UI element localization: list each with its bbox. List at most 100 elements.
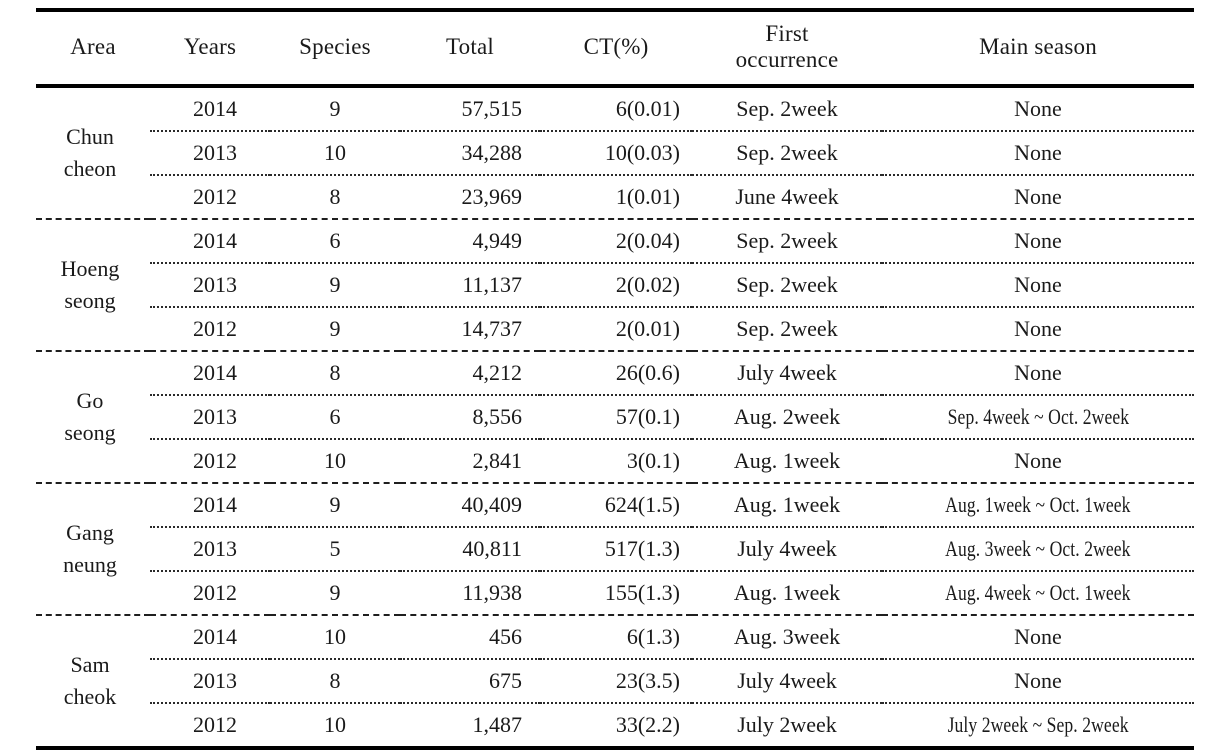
table-page: Area Years Species Total CT(%) First occ… bbox=[0, 0, 1223, 750]
table-row: 2013 9 11,137 2(0.02) Sep. 2week None bbox=[36, 261, 1194, 307]
cell-species: 8 bbox=[270, 173, 400, 219]
main-season-text: None bbox=[1014, 95, 1062, 121]
cell-total: 11,137 bbox=[400, 261, 540, 307]
cell-first-occurrence: July 4week bbox=[692, 525, 882, 571]
cell-ct: 57(0.1) bbox=[540, 393, 692, 439]
cell-first-occurrence: Sep. 2week bbox=[692, 261, 882, 307]
cell-main-season: July 2week ~ Sep. 2week bbox=[882, 701, 1194, 746]
column-header-years: Years bbox=[183, 33, 237, 59]
table-row: Gang neung 2014 9 40,409 624(1.5) Aug. 1week Au… bbox=[36, 481, 1194, 615]
cell-years: 2013 bbox=[150, 525, 270, 571]
table-row: 2012 8 23,969 1(0.01) June 4week None bbox=[36, 173, 1194, 219]
table-row: 2013 10 34,288 10(0.03) Sep. 2week None bbox=[36, 129, 1194, 175]
cell-years: 2012 bbox=[150, 701, 270, 746]
cell-first-occurrence: June 4week bbox=[692, 173, 882, 219]
main-season-text: None bbox=[1014, 447, 1062, 473]
area-label-line1: Gang bbox=[66, 519, 114, 545]
cell-years: 2014 bbox=[150, 481, 270, 527]
table-row: Go seong 2014 8 4,212 26(0.6) July 4week None bbox=[36, 349, 1194, 483]
main-season-text: None bbox=[1014, 667, 1062, 693]
occurrence-table-body: Chun cheon 2014 9 57,515 6(0.01) Sep. 2week Non… bbox=[36, 88, 1194, 746]
cell-species: 10 bbox=[270, 701, 400, 746]
cell-years: 2012 bbox=[150, 569, 270, 615]
cell-total: 40,409 bbox=[400, 481, 540, 527]
cell-years: 2012 bbox=[150, 305, 270, 351]
area-label-line2: seong bbox=[64, 287, 116, 313]
column-header-first-line1: First bbox=[765, 21, 809, 46]
cell-first-occurrence: Aug. 1week bbox=[692, 569, 882, 615]
table-container: Area Years Species Total CT(%) First occ… bbox=[36, 8, 1194, 750]
cell-ct: 3(0.1) bbox=[540, 437, 692, 483]
table-row: 2012 10 2,841 3(0.1) Aug. 1week None bbox=[36, 437, 1194, 483]
cell-main-season: Sep. 4week ~ Oct. 2week bbox=[882, 393, 1194, 439]
cell-first-occurrence: July 4week bbox=[692, 657, 882, 703]
table-row: Hoeng seong 2014 6 4,949 2(0.04) Sep. 2week Non… bbox=[36, 217, 1194, 351]
main-season-text: Aug. 3week ~ Oct. 2week bbox=[945, 535, 1131, 561]
cell-main-season: None bbox=[882, 613, 1194, 659]
cell-ct: 33(2.2) bbox=[540, 701, 692, 746]
cell-total: 4,949 bbox=[400, 217, 540, 263]
cell-years: 2012 bbox=[150, 173, 270, 219]
cell-main-season: Aug. 4week ~ Oct. 1week bbox=[882, 569, 1194, 615]
cell-ct: 6(1.3) bbox=[540, 613, 692, 659]
cell-total: 2,841 bbox=[400, 437, 540, 483]
cell-years: 2013 bbox=[150, 657, 270, 703]
table-row: 2012 10 1,487 33(2.2) July 2week July 2week ~… bbox=[36, 701, 1194, 746]
cell-main-season: None bbox=[882, 173, 1194, 219]
cell-ct: 517(1.3) bbox=[540, 525, 692, 571]
table-row: 2012 9 14,737 2(0.01) Sep. 2week None bbox=[36, 305, 1194, 351]
cell-years: 2014 bbox=[193, 95, 237, 121]
main-season-text: Aug. 4week ~ Oct. 1week bbox=[945, 579, 1131, 605]
cell-species: 9 bbox=[270, 569, 400, 615]
cell-species: 9 bbox=[270, 481, 400, 527]
table-row: 2012 9 11,938 155(1.3) Aug. 1week Aug. 4week … bbox=[36, 569, 1194, 615]
cell-total: 675 bbox=[400, 657, 540, 703]
table-row: 2013 8 675 23(3.5) July 4week None bbox=[36, 657, 1194, 703]
header-row: Area Years Species Total CT(%) First occ… bbox=[36, 12, 1194, 84]
cell-ct: 6(0.01) bbox=[615, 95, 680, 121]
main-season-text: None bbox=[1014, 359, 1062, 385]
cell-years: 2013 bbox=[150, 129, 270, 175]
cell-species: 6 bbox=[270, 393, 400, 439]
main-season-text: July 2week ~ Sep. 2week bbox=[947, 711, 1129, 737]
cell-species: 10 bbox=[270, 129, 400, 175]
cell-total: 1,487 bbox=[400, 701, 540, 746]
cell-years: 2014 bbox=[150, 613, 270, 659]
column-header-first-line2: occurrence bbox=[735, 46, 839, 72]
cell-species: 9 bbox=[270, 261, 400, 307]
cell-first-occurrence: Aug. 1week bbox=[692, 437, 882, 483]
cell-ct: 23(3.5) bbox=[540, 657, 692, 703]
table-body: Chun cheon 2014 9 57,515 6(0.01) Sep. 2week Non… bbox=[36, 88, 1194, 746]
cell-species: 9 bbox=[270, 305, 400, 351]
area-label-line1: Go bbox=[76, 387, 104, 413]
table-row: Sam cheok 2014 10 456 6(1.3) Aug. 3week None bbox=[36, 613, 1194, 746]
cell-main-season: None bbox=[882, 349, 1194, 395]
area-label-cell: Sam cheok bbox=[36, 613, 150, 746]
cell-years: 2014 bbox=[150, 217, 270, 263]
area-label-cell: Hoeng seong bbox=[36, 217, 150, 351]
area-label-cell: Go seong bbox=[36, 349, 150, 483]
cell-main-season: Aug. 3week ~ Oct. 2week bbox=[882, 525, 1194, 571]
main-season-text: None bbox=[1014, 623, 1062, 649]
cell-years: 2013 bbox=[150, 393, 270, 439]
area-label-line2: seong bbox=[64, 419, 116, 445]
cell-first-occurrence: Sep. 2week bbox=[692, 217, 882, 263]
cell-ct: 155(1.3) bbox=[540, 569, 692, 615]
cell-first-occurrence: Sep. 2week bbox=[736, 95, 838, 121]
cell-total: 34,288 bbox=[400, 129, 540, 175]
table-row: 2013 5 40,811 517(1.3) July 4week Aug. 3week … bbox=[36, 525, 1194, 571]
cell-total: 456 bbox=[400, 613, 540, 659]
cell-species: 6 bbox=[270, 217, 400, 263]
cell-main-season: None bbox=[882, 261, 1194, 307]
column-header-first-occurrence: First occurrence bbox=[692, 12, 882, 84]
cell-species: 5 bbox=[270, 525, 400, 571]
column-header-total: Total bbox=[446, 33, 494, 59]
cell-total: 40,811 bbox=[400, 525, 540, 571]
cell-main-season: None bbox=[882, 437, 1194, 483]
cell-total: 4,212 bbox=[400, 349, 540, 395]
cell-ct: 2(0.04) bbox=[540, 217, 692, 263]
main-season-text: Sep. 4week ~ Oct. 2week bbox=[947, 403, 1129, 429]
cell-first-occurrence: Aug. 1week bbox=[692, 481, 882, 527]
main-season-text: None bbox=[1014, 315, 1062, 341]
cell-ct: 2(0.01) bbox=[540, 305, 692, 351]
